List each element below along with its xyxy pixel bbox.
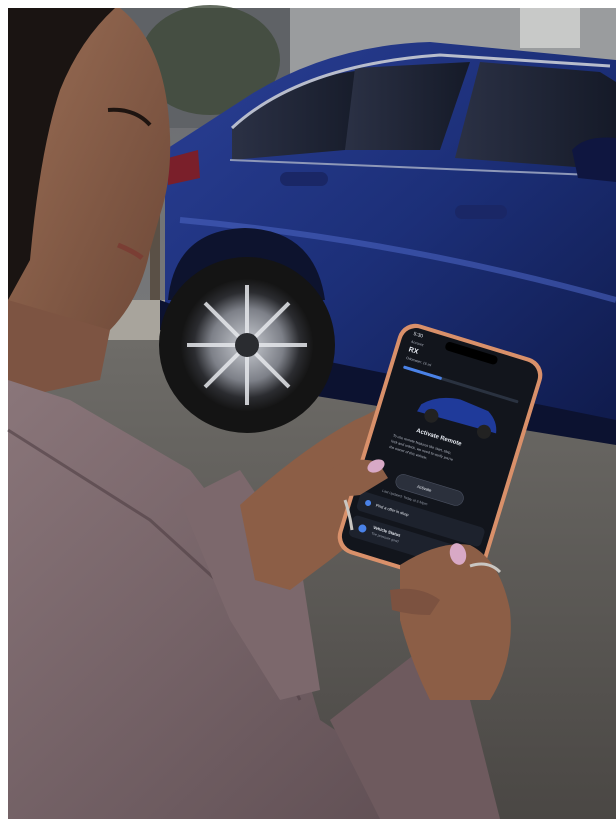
- photo-scene: 5:30 Account RX Odometer: 16 mi Activate…: [0, 0, 616, 819]
- scene-illustration: [7, 5, 616, 819]
